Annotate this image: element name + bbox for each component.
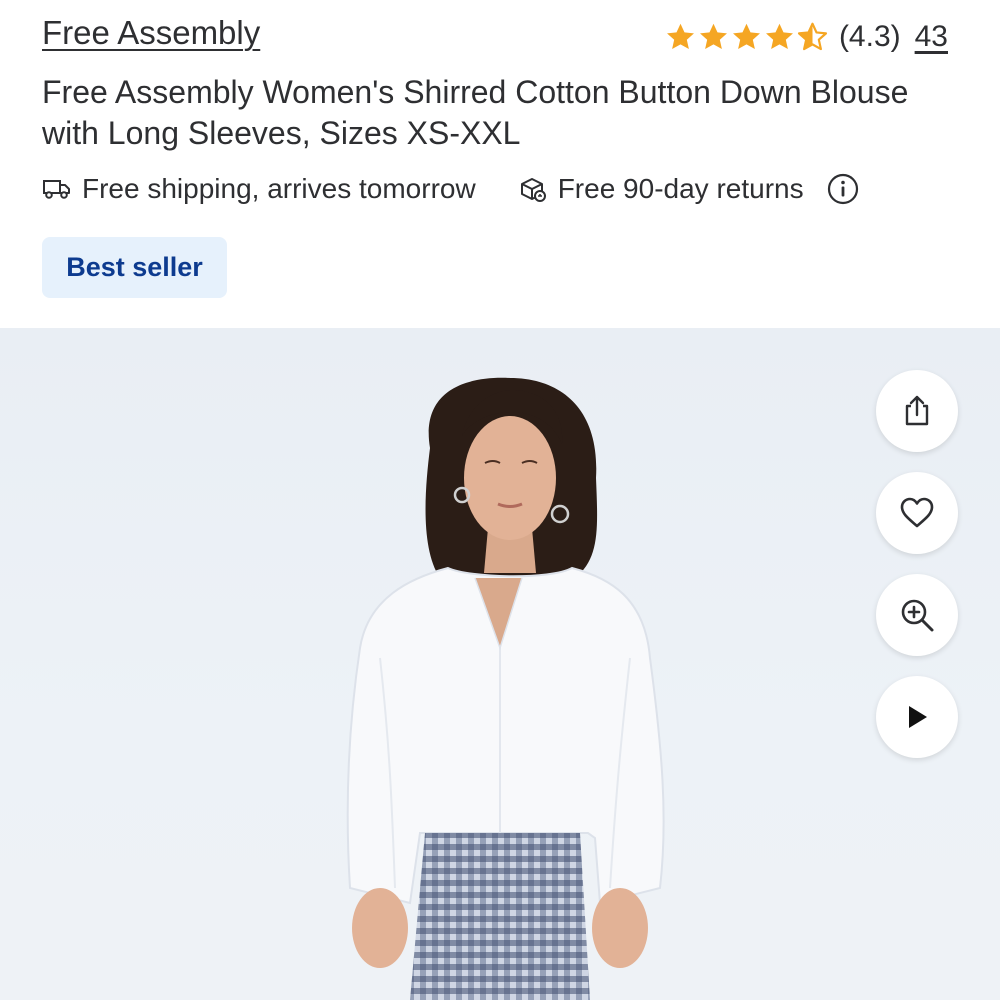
star-full-icon [765, 23, 793, 49]
brand-link[interactable]: Free Assembly [42, 14, 260, 52]
star-full-icon [699, 23, 727, 49]
returns-text: Free 90-day returns [557, 173, 804, 204]
product-photo [346, 377, 665, 1000]
shipping-perk: Free shipping, arrives tomorrow [42, 173, 476, 205]
favorite-button[interactable] [876, 472, 958, 554]
info-icon [827, 173, 858, 205]
returns-info-button[interactable] [826, 172, 860, 206]
heart-icon [900, 497, 934, 528]
star-full-icon [732, 23, 760, 49]
share-button[interactable] [876, 370, 958, 452]
fulfillment-perks: Free shipping, arrives tomorrow Free 90-… [42, 168, 860, 210]
product-image-gallery[interactable] [0, 328, 1000, 1000]
play-icon [909, 706, 927, 728]
rating-summary[interactable]: (4.3) 43 [664, 14, 948, 60]
truck-icon [43, 180, 70, 199]
return-box-icon [520, 178, 546, 202]
shipping-text: Free shipping, arrives tomorrow [82, 173, 476, 204]
product-title: Free Assembly Women's Shirred Cotton But… [42, 74, 909, 151]
rating-value: (4.3) [838, 20, 901, 53]
star-rating [664, 21, 829, 54]
star-half-icon [797, 22, 828, 50]
star-full-icon [666, 23, 694, 49]
zoom-button[interactable] [876, 574, 958, 656]
zoom-in-icon [901, 599, 934, 632]
play-video-button[interactable] [876, 676, 958, 758]
best-seller-badge: Best seller [42, 237, 227, 298]
returns-perk: Free 90-day returns [518, 173, 804, 205]
share-icon [905, 395, 929, 426]
review-count-link[interactable]: 43 [915, 20, 948, 54]
